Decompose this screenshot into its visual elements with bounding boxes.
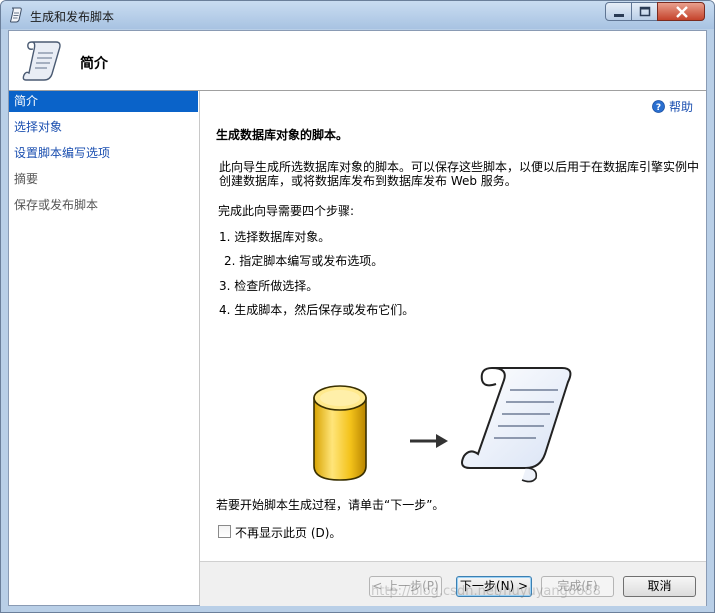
close-button[interactable]	[657, 2, 705, 21]
script-scroll-icon	[461, 367, 572, 483]
database-icon	[313, 385, 367, 481]
watermark: http://blog.csdn.net/huyuyang6688	[371, 584, 601, 599]
database-to-script-illustration	[313, 367, 572, 483]
page-title: 简介	[80, 56, 108, 72]
checkbox-box[interactable]	[218, 525, 231, 538]
steps-intro: 完成此向导需要四个步骤:	[218, 204, 355, 218]
arrow-right-icon	[410, 434, 448, 448]
maximize-button[interactable]	[631, 2, 658, 21]
begin-instruction: 若要开始脚本生成过程，请单击“下一步”。	[216, 498, 445, 512]
minimize-button[interactable]	[605, 2, 632, 21]
minimize-icon	[614, 14, 624, 17]
help-icon: ?	[652, 100, 665, 113]
svg-text:?: ?	[656, 103, 661, 113]
nav-item-introduction[interactable]: 简介	[9, 91, 198, 112]
help-label[interactable]: 帮助	[669, 98, 693, 115]
title-bar[interactable]: 生成和发布脚本	[1, 1, 714, 29]
script-scroll-icon	[22, 41, 61, 81]
nav-item-summary: 摘要	[14, 172, 39, 186]
wizard-frame: 简介 简介 选择对象 设置脚本编写选项 摘要 保存或发布脚本 ? 帮助 生成数据…	[8, 30, 707, 606]
step-item: 1. 选择数据库对象。	[219, 230, 331, 244]
close-icon	[676, 6, 688, 18]
wizard-nav: 简介 选择对象 设置脚本编写选项 摘要 保存或发布脚本	[9, 91, 200, 605]
wizard-window: 生成和发布脚本 简介 简介 选择对象 设置脚本编写选项 摘要 保存或发布脚本 ?…	[0, 0, 715, 613]
window-title: 生成和发布脚本	[30, 10, 115, 24]
step-item: 4. 生成脚本，然后保存或发布它们。	[219, 303, 415, 317]
wizard-description: 此向导生成所选数据库对象的脚本。可以保存这些脚本，以便以后用于在数据库引擎实例中…	[219, 160, 700, 188]
section-heading: 生成数据库对象的脚本。	[216, 128, 349, 142]
step-item: 2. 指定脚本编写或发布选项。	[224, 254, 384, 268]
dont-show-again-label[interactable]: 不再显示此页 (D)。	[235, 524, 341, 541]
maximize-icon	[639, 6, 651, 17]
cancel-button[interactable]: 取消	[623, 576, 696, 597]
nav-item-choose-objects[interactable]: 选择对象	[9, 117, 198, 138]
main-content: ? 帮助 生成数据库对象的脚本。 此向导生成所选数据库对象的脚本。可以保存这些脚…	[200, 91, 706, 561]
page-header: 简介	[9, 31, 706, 91]
step-item: 3. 检查所做选择。	[219, 279, 319, 293]
script-scroll-icon	[10, 7, 22, 23]
nav-item-save-or-publish: 保存或发布脚本	[14, 198, 99, 212]
nav-item-scripting-options[interactable]: 设置脚本编写选项	[9, 143, 198, 164]
